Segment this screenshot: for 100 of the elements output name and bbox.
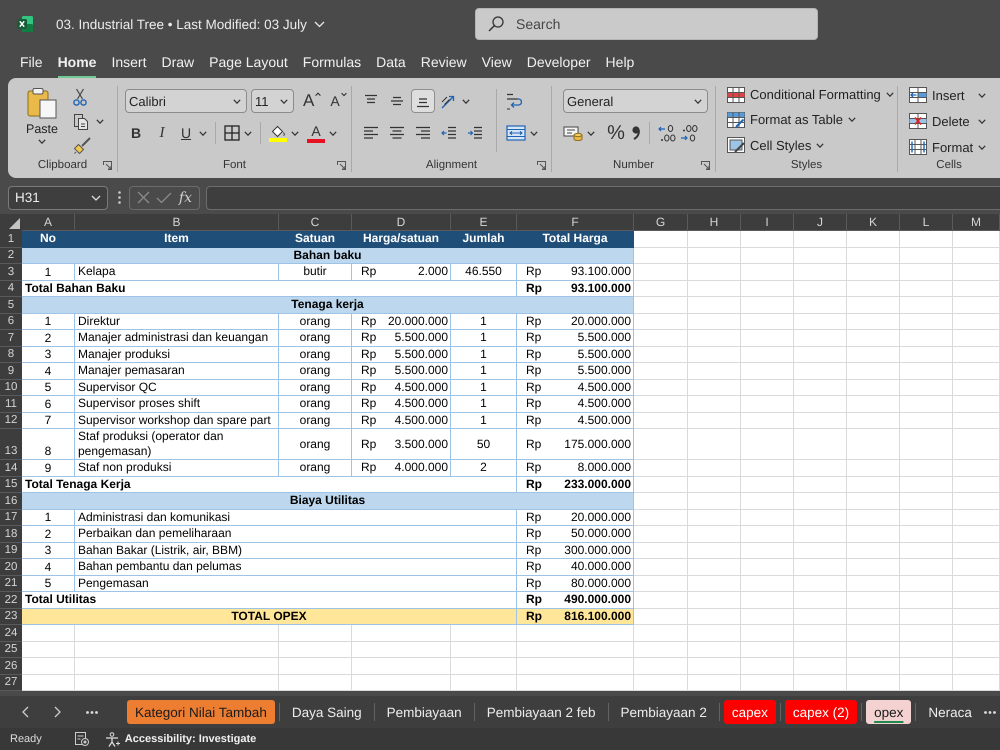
row-header[interactable]: 27 — [0, 674, 22, 691]
ribbon-tab[interactable]: Insert — [111, 50, 146, 78]
increase-decimal-icon[interactable] — [658, 124, 676, 142]
italic-button[interactable]: I — [151, 122, 173, 144]
number-format-dropdown[interactable]: General — [563, 89, 708, 113]
dialog-launcher-icon[interactable] — [537, 160, 546, 170]
cancel-icon[interactable] — [137, 191, 150, 204]
paintbrush-icon[interactable] — [73, 137, 91, 156]
ribbon-tab[interactable]: Page Layout — [209, 50, 288, 78]
font-size-dropdown[interactable]: 11 — [251, 89, 294, 113]
row-header[interactable]: 18 — [0, 526, 22, 542]
accessibility-button[interactable]: Accessibility: Investigate — [104, 732, 256, 746]
column-header[interactable]: F — [517, 214, 634, 231]
column-header[interactable]: C — [279, 214, 352, 231]
cell-styles-button[interactable]: Cell Styles — [727, 134, 897, 156]
align-right-icon[interactable] — [415, 126, 431, 140]
chevron-left-icon[interactable] — [22, 706, 29, 718]
decrease-indent-icon[interactable] — [441, 126, 457, 140]
row-header[interactable]: 14 — [0, 460, 22, 476]
format-as-table-button[interactable]: Format as Table — [727, 109, 897, 131]
row-header[interactable]: 12 — [0, 412, 22, 429]
row-header[interactable]: 17 — [0, 510, 22, 526]
row-header[interactable]: 4 — [0, 280, 22, 297]
wrap-text-icon[interactable] — [506, 92, 522, 110]
row-header[interactable]: 5 — [0, 297, 22, 314]
row-header[interactable]: 16 — [0, 493, 22, 510]
caret-down-icon[interactable] — [530, 130, 538, 136]
merge-cells-icon[interactable] — [506, 125, 526, 141]
ribbon-tab[interactable]: Formulas — [302, 50, 362, 78]
format-cells-button[interactable]: Format — [909, 136, 986, 158]
sheet-tab[interactable]: Kategori Nilai Tambah — [127, 700, 275, 724]
ribbon-tab[interactable]: Review — [420, 50, 467, 78]
bold-button[interactable]: B — [125, 122, 147, 144]
ribbon-tab[interactable]: Developer — [526, 50, 591, 78]
sheet-record-icon[interactable] — [74, 732, 89, 746]
sheet-tab[interactable]: Neraca — [920, 700, 980, 724]
insert-cells-button[interactable]: Insert — [909, 84, 965, 106]
more-icon[interactable] — [86, 710, 98, 714]
align-center-icon[interactable] — [389, 126, 405, 140]
dialog-launcher-icon[interactable] — [337, 160, 346, 170]
sheet-tab[interactable]: Pembiayaan 2 feb — [478, 700, 604, 724]
bottom-align-button[interactable] — [411, 89, 435, 113]
font-color-button[interactable]: A — [307, 124, 325, 142]
caret-down-icon[interactable] — [291, 130, 299, 136]
row-header[interactable]: 15 — [0, 476, 22, 493]
align-left-icon[interactable] — [363, 126, 379, 140]
column-header[interactable]: B — [75, 214, 279, 231]
insert-function-button[interactable]: fx — [178, 190, 192, 206]
ribbon-tab[interactable]: Data — [376, 50, 406, 78]
search-field[interactable]: Search — [475, 8, 818, 40]
column-header[interactable]: L — [900, 214, 953, 231]
row-header[interactable]: 10 — [0, 380, 22, 396]
sheet-tab[interactable]: Pembiayaan 2 — [612, 700, 715, 724]
caret-down-icon[interactable] — [587, 130, 595, 136]
row-header[interactable]: 3 — [0, 264, 22, 280]
chevron-right-icon[interactable] — [54, 706, 61, 718]
row-header[interactable]: 24 — [0, 625, 22, 642]
grid-border-icon[interactable] — [224, 125, 240, 141]
caret-down-icon[interactable] — [462, 98, 470, 104]
row-header[interactable]: 2 — [0, 248, 22, 264]
column-header[interactable]: D — [352, 214, 451, 231]
column-header[interactable]: E — [451, 214, 517, 231]
row-header[interactable]: 6 — [0, 314, 22, 330]
caret-down-icon[interactable] — [329, 130, 337, 136]
row-header[interactable]: 21 — [0, 576, 22, 592]
ribbon-tab[interactable]: View — [482, 50, 512, 78]
dialog-launcher-icon[interactable] — [103, 160, 112, 170]
row-header[interactable]: 19 — [0, 542, 22, 559]
chevron-down-icon[interactable] — [314, 20, 325, 28]
check-icon[interactable] — [156, 192, 172, 204]
sheet-tab[interactable]: opex — [866, 700, 912, 724]
column-header[interactable]: H — [688, 214, 741, 231]
select-all-icon[interactable] — [0, 214, 22, 231]
row-header[interactable]: 23 — [0, 608, 22, 625]
caret-down-icon[interactable] — [244, 130, 252, 136]
decrease-font-size-button[interactable]: A — [330, 92, 347, 110]
column-header[interactable]: K — [847, 214, 900, 231]
column-header[interactable]: A — [22, 214, 75, 231]
paint-bucket-icon[interactable] — [269, 124, 287, 142]
row-header[interactable]: 22 — [0, 592, 22, 608]
row-header[interactable]: 26 — [0, 658, 22, 674]
row-header[interactable]: 7 — [0, 330, 22, 346]
column-header[interactable]: G — [634, 214, 688, 231]
font-name-dropdown[interactable]: Calibri — [125, 89, 247, 113]
percent-button[interactable]: % — [605, 122, 627, 144]
column-header[interactable]: J — [794, 214, 847, 231]
ribbon-tab[interactable]: File — [20, 50, 43, 78]
increase-font-size-button[interactable]: A — [303, 92, 322, 110]
row-header[interactable]: 13 — [0, 429, 22, 460]
underline-button[interactable]: U — [177, 122, 195, 144]
caret-down-icon[interactable] — [199, 130, 207, 136]
banknote-coins-icon[interactable] — [563, 125, 583, 141]
row-header[interactable]: 25 — [0, 642, 22, 658]
delete-cells-button[interactable]: Delete — [909, 110, 970, 132]
sheet-tab[interactable]: capex (2) — [784, 700, 858, 724]
ribbon-tab[interactable]: Draw — [161, 50, 194, 78]
name-box[interactable]: H31 — [8, 186, 108, 210]
dialog-launcher-icon[interactable] — [701, 160, 710, 170]
decrease-decimal-icon[interactable] — [680, 124, 698, 142]
scissors-icon[interactable] — [73, 88, 87, 106]
